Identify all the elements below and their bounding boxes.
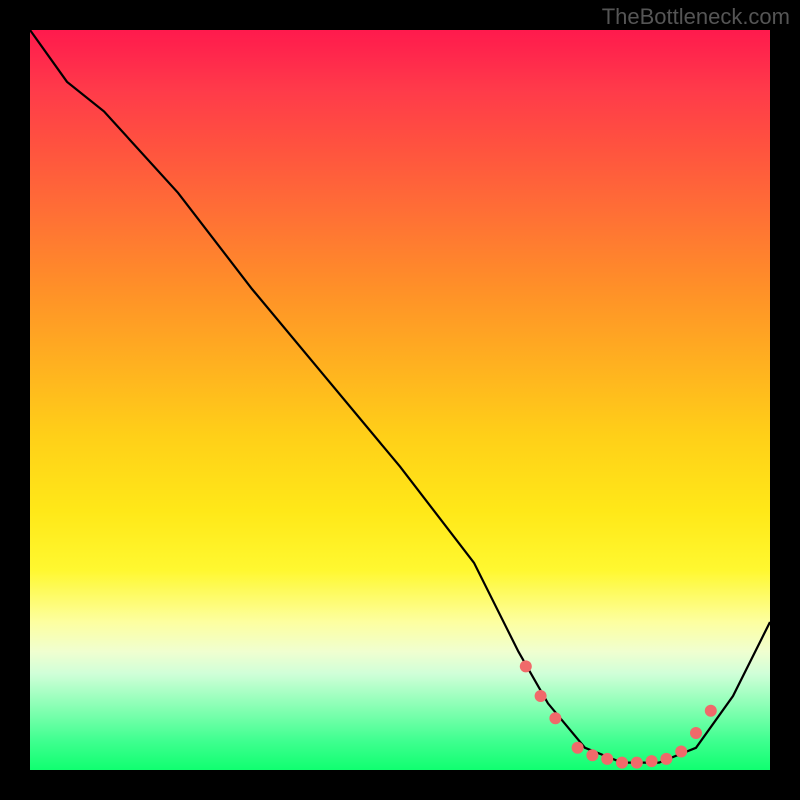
watermark-text: TheBottleneck.com (602, 4, 790, 30)
marker-dot (705, 705, 717, 717)
marker-dot (535, 690, 547, 702)
marker-dot (549, 712, 561, 724)
marker-dot (690, 727, 702, 739)
bottleneck-curve (30, 30, 770, 763)
marker-dot (601, 753, 613, 765)
marker-dot (675, 746, 687, 758)
chart-svg (30, 30, 770, 770)
chart-plot-area (30, 30, 770, 770)
marker-dot (660, 753, 672, 765)
marker-dot (631, 757, 643, 769)
marker-dot (586, 749, 598, 761)
marker-dot (616, 757, 628, 769)
marker-dot (646, 755, 658, 767)
marker-dot (520, 660, 532, 672)
marker-dot (572, 742, 584, 754)
